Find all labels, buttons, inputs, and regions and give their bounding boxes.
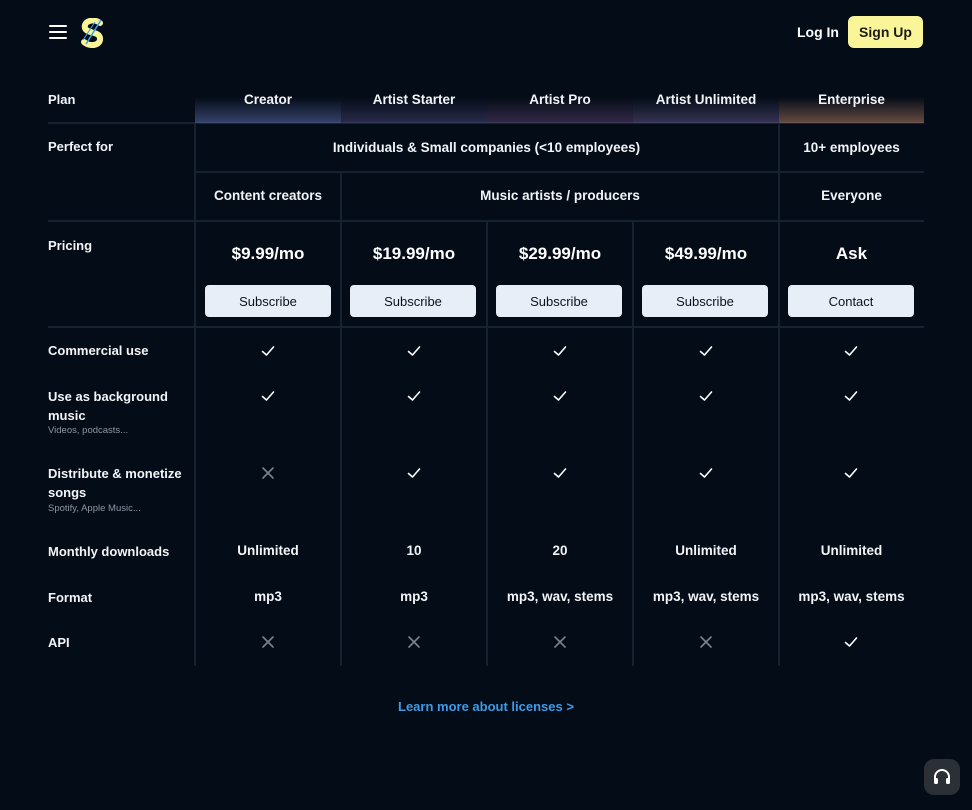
price-creator: $9.99/mo bbox=[231, 244, 305, 263]
perfect-for-row-label: Perfect for bbox=[48, 139, 114, 154]
check-icon bbox=[553, 346, 567, 356]
check-icon bbox=[844, 637, 858, 647]
plan-header-enterprise: Enterprise bbox=[779, 80, 924, 123]
check-icon bbox=[699, 391, 713, 401]
check-icon bbox=[699, 346, 713, 356]
check-icon bbox=[844, 468, 858, 478]
format-value: mp3 bbox=[400, 589, 428, 604]
plan-name: Artist Starter bbox=[372, 92, 456, 107]
login-link[interactable]: Log In bbox=[797, 24, 839, 40]
subscribe-creator-button[interactable]: Subscribe bbox=[205, 285, 331, 317]
feature-label: Use as background music bbox=[48, 389, 168, 423]
contact-enterprise-button[interactable]: Contact bbox=[788, 285, 914, 317]
plan-row-label: Plan bbox=[48, 92, 76, 107]
check-icon bbox=[407, 468, 421, 478]
perfect-for-enterprise: 10+ employees bbox=[803, 140, 900, 155]
plan-header-artist-unlimited: Artist Unlimited bbox=[633, 80, 779, 123]
plan-name: Artist Pro bbox=[529, 92, 591, 107]
subscribe-artist-pro-button[interactable]: Subscribe bbox=[496, 285, 622, 317]
check-icon bbox=[553, 391, 567, 401]
check-icon bbox=[261, 346, 275, 356]
format-value: mp3, wav, stems bbox=[506, 589, 614, 604]
check-icon bbox=[844, 346, 858, 356]
feature-label: Commercial use bbox=[48, 343, 149, 358]
plan-header-creator: Creator bbox=[195, 80, 341, 123]
perfect-for-everyone: Everyone bbox=[821, 188, 882, 203]
learn-more-licenses-link[interactable]: Learn more about licenses > bbox=[398, 699, 574, 714]
cross-icon bbox=[700, 636, 712, 648]
plan-header-artist-pro: Artist Pro bbox=[487, 80, 633, 123]
perfect-for-music-artists: Music artists / producers bbox=[480, 188, 640, 203]
check-icon bbox=[261, 391, 275, 401]
format-value: mp3, wav, stems bbox=[798, 589, 905, 604]
format-value: mp3 bbox=[254, 589, 282, 604]
pricing-row-label: Pricing bbox=[48, 238, 93, 253]
feature-sublabel: Videos, podcasts... bbox=[48, 425, 129, 436]
cross-icon bbox=[408, 636, 420, 648]
column-divider bbox=[778, 122, 780, 666]
downloads-value: Unlimited bbox=[237, 543, 299, 558]
price-enterprise: Ask bbox=[835, 244, 868, 263]
feature-sublabel: Spotify, Apple Music... bbox=[48, 503, 141, 514]
cross-icon bbox=[262, 467, 274, 479]
headphones-support-icon[interactable] bbox=[924, 759, 960, 795]
perfect-for-individuals: Individuals & Small companies (<10 emplo… bbox=[332, 140, 641, 155]
price-artist-unlimited: $49.99/mo bbox=[664, 244, 748, 263]
format-value: mp3, wav, stems bbox=[652, 589, 760, 604]
plan-header-artist-starter: Artist Starter bbox=[341, 80, 487, 123]
signup-button[interactable]: Sign Up bbox=[848, 16, 923, 48]
plan-name: Artist Unlimited bbox=[655, 92, 757, 107]
price-artist-pro: $29.99/mo bbox=[518, 244, 602, 263]
cross-icon bbox=[262, 636, 274, 648]
feature-label: Monthly downloads bbox=[48, 544, 170, 559]
downloads-value: 20 bbox=[552, 543, 568, 558]
row-divider bbox=[195, 171, 924, 173]
perfect-for-content-creators: Content creators bbox=[213, 188, 323, 203]
column-divider bbox=[194, 122, 196, 666]
plan-name: Enterprise bbox=[818, 92, 885, 107]
check-icon bbox=[699, 468, 713, 478]
subscribe-artist-starter-button[interactable]: Subscribe bbox=[350, 285, 476, 317]
feature-label: Format bbox=[48, 590, 93, 605]
downloads-value: Unlimited bbox=[820, 543, 883, 558]
price-artist-starter: $19.99/mo bbox=[372, 244, 456, 263]
pricing-comparison-table: Plan Creator Artist Starter Artist Pro A… bbox=[48, 80, 924, 666]
feature-label: API bbox=[48, 635, 70, 650]
downloads-value: 10 bbox=[406, 543, 422, 558]
s-logo-icon[interactable] bbox=[80, 18, 106, 48]
subscribe-artist-unlimited-button[interactable]: Subscribe bbox=[642, 285, 768, 317]
check-icon bbox=[553, 468, 567, 478]
check-icon bbox=[844, 391, 858, 401]
cross-icon bbox=[554, 636, 566, 648]
plan-name: Creator bbox=[243, 92, 292, 107]
downloads-value: Unlimited bbox=[675, 543, 737, 558]
check-icon bbox=[407, 391, 421, 401]
top-navigation-bar: Log In Sign Up bbox=[0, 0, 972, 64]
feature-label: Distribute & monetize songs bbox=[48, 466, 182, 500]
check-icon bbox=[407, 346, 421, 356]
hamburger-menu-icon[interactable] bbox=[49, 24, 67, 40]
